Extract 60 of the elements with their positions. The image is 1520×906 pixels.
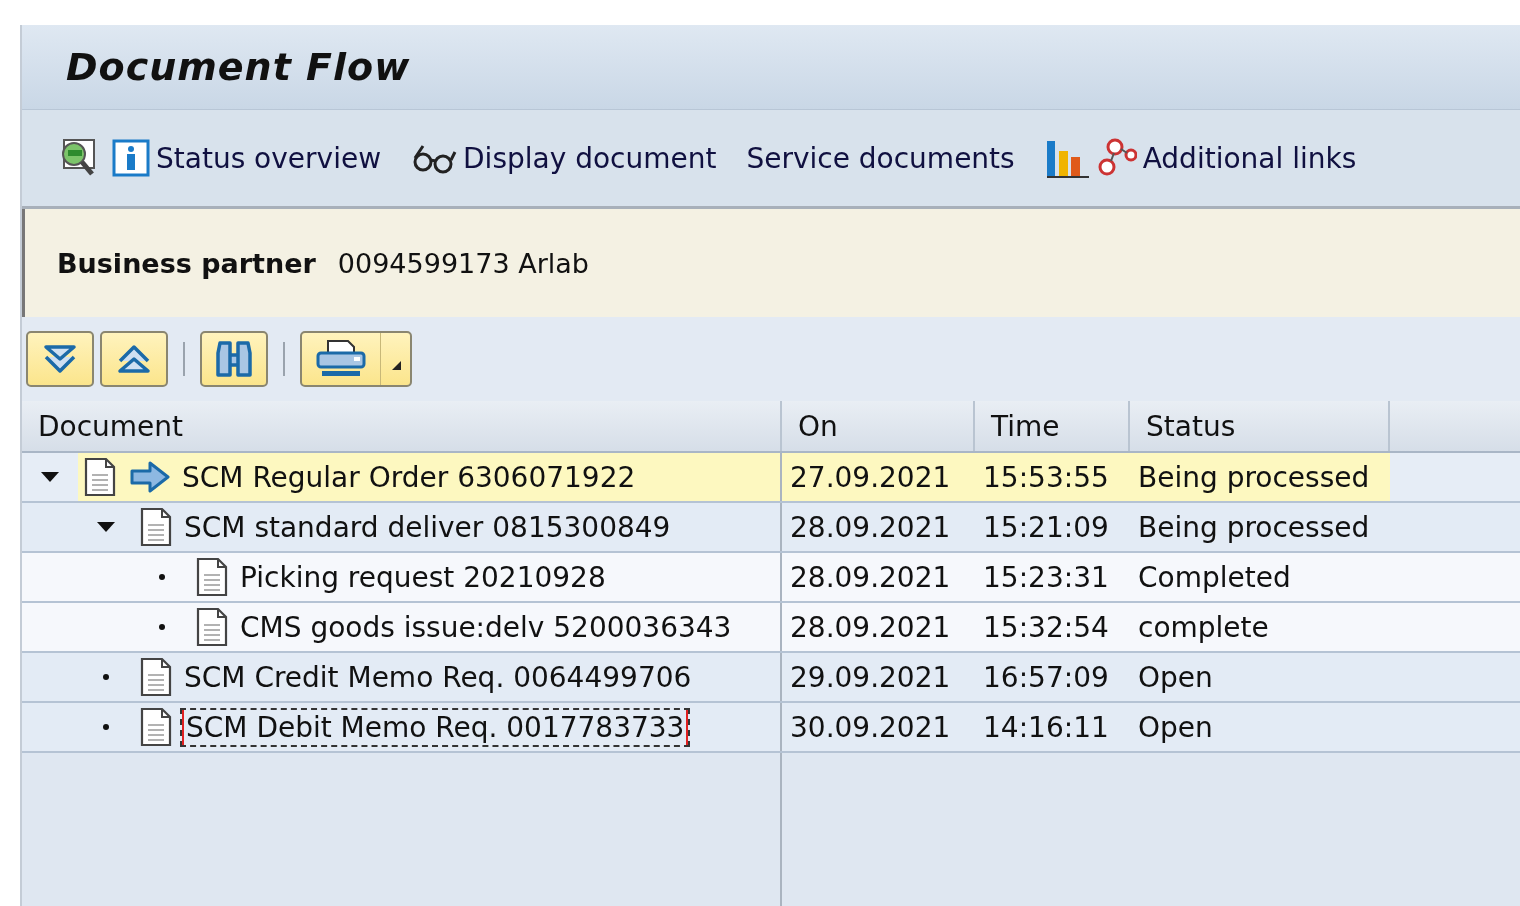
column-header[interactable]: Time [975,401,1130,451]
window-title: Document Flow [66,45,411,89]
toolbar-button[interactable]: Display document [411,141,717,175]
bullet-icon [103,674,109,680]
document-icon [140,707,172,747]
document-name: SCM Regular Order 6306071922 [181,459,637,495]
date-cell-text: 28.09.2021 [789,559,952,596]
date-cell-text: 29.09.2021 [789,659,952,696]
collapse-all-button[interactable] [100,331,168,387]
document-cell[interactable]: SCM Regular Order 6306071922 [78,453,780,501]
document-cell[interactable]: Picking request 20210928 [190,553,780,601]
status-cell-text: Open [1137,709,1214,746]
print-button[interactable] [300,331,412,387]
document-cell[interactable]: SCM Credit Memo Req. 0064499706 [134,653,780,701]
toolbar-button[interactable]: Service documents [746,141,1015,175]
date-cell-text: 28.09.2021 [789,509,952,546]
status-cell-text: Completed [1137,559,1292,596]
date-cell-text: 28.09.2021 [789,609,952,646]
time-cell-text: 15:32:54 [982,609,1110,646]
document-name: SCM Credit Memo Req. 0064499706 [183,659,693,695]
expanded-triangle-icon[interactable] [40,470,60,484]
right-arrow-icon [130,461,170,493]
bullet-icon [159,624,165,630]
status-cell-text: Open [1137,659,1214,696]
document-icon [84,457,116,497]
time-cell-text: 15:23:31 [982,559,1110,596]
status-cell-text: complete [1137,609,1270,646]
document-icon [140,657,172,697]
document-name: Picking request 20210928 [239,559,607,595]
document-icon [140,507,172,547]
time-cell-text: 14:16:11 [982,709,1110,746]
document-cell[interactable]: SCM standard deliver 0815300849 [134,503,780,551]
document-name: CMS goods issue:delv 5200036343 [239,609,733,645]
bullet-icon [159,574,165,580]
document-name: SCM Debit Memo Req. 0017783733 [182,709,689,745]
document-cell[interactable]: CMS goods issue:delv 5200036343 [190,603,780,651]
field-label: Business partner [57,247,316,279]
field-value: 0094599173 Arlab [337,247,589,279]
document-icon [196,607,228,647]
status-cell: Being processed [1130,453,1390,501]
find-button[interactable] [200,331,268,387]
bullet-icon [103,724,109,730]
column-header[interactable]: Status [1130,401,1390,451]
info-icon [112,139,150,177]
time-cell: 15:53:55 [975,453,1130,501]
expanded-triangle-icon[interactable] [96,520,116,534]
column-header[interactable]: Document [22,401,782,451]
document-icon [196,557,228,597]
time-cell-text: 16:57:09 [982,659,1110,696]
date-cell: 27.09.2021 [782,453,975,501]
status-cell-text: Being processed [1137,509,1371,546]
time-cell-text: 15:21:09 [982,509,1110,546]
expand-all-button[interactable] [26,331,94,387]
chart-links-icon [1044,137,1137,179]
column-header[interactable]: On [782,401,975,451]
date-cell-text: 30.09.2021 [789,709,952,746]
document-name: SCM standard deliver 0815300849 [183,509,672,545]
document-cell[interactable]: SCM Debit Memo Req. 0017783733 [134,703,780,751]
toolbar-button[interactable]: Additional links [1044,137,1357,179]
toolbar-button[interactable]: Status overview [112,139,382,177]
